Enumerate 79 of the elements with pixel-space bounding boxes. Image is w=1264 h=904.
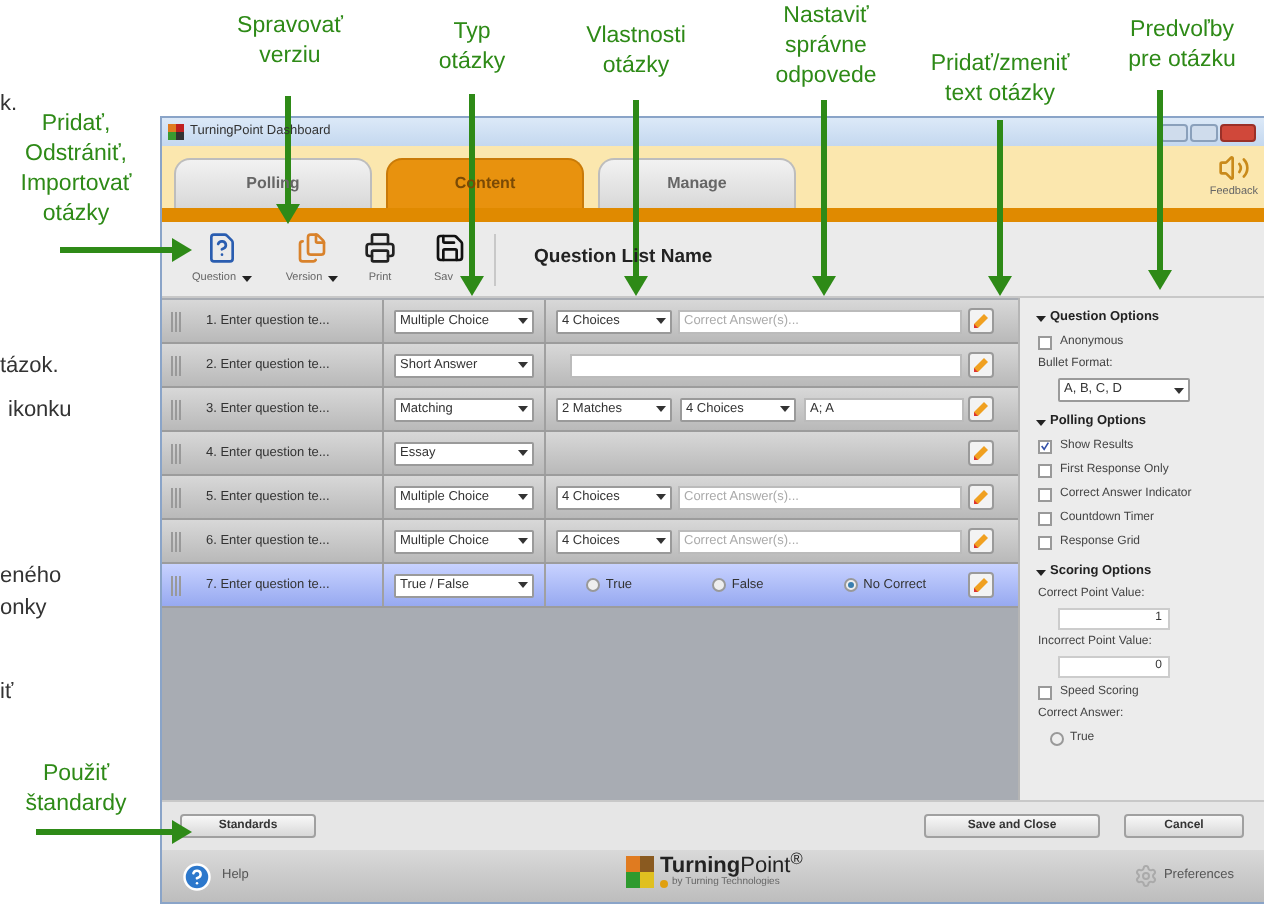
- drag-handle-icon[interactable]: [170, 443, 182, 463]
- radio-button[interactable]: [585, 578, 600, 592]
- drag-handle-icon[interactable]: [170, 575, 182, 595]
- caret-icon: [518, 318, 528, 324]
- tab[interactable]: Manage: [598, 158, 796, 208]
- caret-icon: [1174, 387, 1184, 393]
- drag-handle-icon[interactable]: [170, 355, 182, 375]
- section-toggle-icon[interactable]: [1036, 567, 1046, 577]
- section-toggle-icon[interactable]: [1036, 417, 1046, 427]
- app-icon: [168, 124, 184, 140]
- help-icon: [182, 861, 212, 891]
- annotation-label: Predvoľby pre otázku: [1126, 16, 1238, 76]
- document-text: iť: [0, 678, 14, 708]
- checkbox[interactable]: [1038, 335, 1052, 349]
- close-button[interactable]: [1220, 123, 1256, 141]
- caret-icon: [518, 494, 528, 500]
- save-icon: [434, 231, 466, 264]
- caret-icon: [518, 538, 528, 544]
- annotation-label: Typ otázky: [436, 18, 508, 78]
- pencil-icon: [972, 312, 990, 330]
- logo-icon: [626, 856, 654, 888]
- caret-icon: [328, 275, 339, 281]
- caret-icon: [656, 318, 666, 324]
- document-text: eného: [0, 562, 62, 592]
- edit-text-button[interactable]: [968, 396, 994, 422]
- radio-button[interactable]: [1050, 731, 1064, 745]
- caret-icon: [780, 406, 790, 412]
- pencil-icon: [972, 488, 990, 506]
- edit-text-button[interactable]: [968, 308, 994, 334]
- printer-icon: [364, 231, 396, 264]
- document-text: ikonku: [8, 396, 72, 426]
- annotation-label: Pridať, Odstrániť, Importovať otázky: [18, 110, 134, 230]
- caret-icon: [656, 538, 666, 544]
- annotation-label: Pridať/zmeniť text otázky: [928, 50, 1072, 110]
- checkbox[interactable]: [1038, 685, 1052, 699]
- radio-button[interactable]: [711, 578, 726, 592]
- caret-icon: [518, 582, 528, 588]
- document-text: tázok.: [0, 352, 59, 382]
- annotation-label: Spravovať verziu: [235, 12, 345, 72]
- caret-icon: [518, 362, 528, 368]
- pencil-icon: [972, 576, 990, 594]
- pencil-icon: [972, 400, 990, 418]
- annotation-label: Použiť štandardy: [23, 760, 129, 820]
- checkbox[interactable]: [1038, 439, 1052, 453]
- checkbox[interactable]: [1038, 511, 1052, 525]
- answer-field[interactable]: [570, 353, 962, 377]
- annotation-label: Nastaviť správne odpovede: [773, 2, 879, 92]
- pencil-icon: [972, 532, 990, 550]
- pencil-icon: [972, 444, 990, 462]
- edit-text-button[interactable]: [968, 352, 994, 378]
- maximize-button[interactable]: [1190, 123, 1218, 141]
- caret-icon: [518, 450, 528, 456]
- drag-handle-icon[interactable]: [170, 487, 182, 507]
- edit-text-button[interactable]: [968, 484, 994, 510]
- pencil-icon: [972, 356, 990, 374]
- question-icon: [206, 231, 238, 264]
- checkbox[interactable]: [1038, 463, 1052, 477]
- document-text: k.: [0, 90, 18, 120]
- annotation-label: Vlastnosti otázky: [584, 22, 688, 82]
- document-text: onky: [0, 594, 47, 624]
- settings-icon: [1133, 864, 1158, 888]
- caret-icon: [242, 275, 252, 281]
- caret-icon: [518, 406, 528, 412]
- checkbox[interactable]: [1038, 535, 1052, 549]
- edit-text-button[interactable]: [968, 572, 994, 598]
- section-toggle-icon[interactable]: [1036, 313, 1046, 323]
- caret-icon: [656, 406, 666, 412]
- speaker-icon: [1217, 152, 1250, 184]
- radio-button[interactable]: [843, 578, 858, 592]
- caret-icon: [656, 494, 666, 500]
- edit-text-button[interactable]: [968, 440, 994, 466]
- arrow: [60, 238, 192, 262]
- documents-icon: [296, 231, 328, 264]
- drag-handle-icon[interactable]: [170, 311, 182, 331]
- checkbox[interactable]: [1038, 487, 1052, 501]
- brand-name: TurningPoint$^{®}$: [660, 856, 803, 878]
- edit-text-button[interactable]: [968, 528, 994, 554]
- drag-handle-icon[interactable]: [170, 531, 182, 551]
- drag-handle-icon[interactable]: [170, 399, 182, 419]
